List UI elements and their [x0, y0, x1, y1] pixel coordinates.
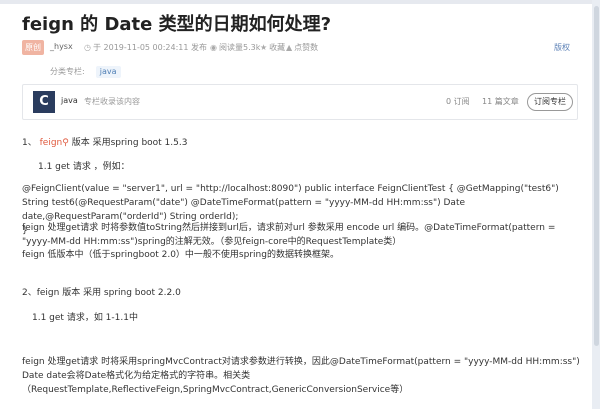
- copyright-link[interactable]: 版权: [554, 42, 570, 53]
- publish-time: ◷ 于 2019-11-05 00:24:11 发布: [84, 43, 208, 52]
- paragraph-1: 1、 feign⚲ 版本 采用spring boot 1.5.3: [22, 138, 188, 148]
- author-name[interactable]: _hysx: [50, 42, 73, 51]
- article-meta: 原创 _hysx ◷ 于 2019-11-05 00:24:11 发布 ◉ 阅读量5…: [22, 40, 582, 78]
- column-description: 专栏收录该内容: [84, 97, 140, 106]
- scrollbar[interactable]: [592, 0, 600, 409]
- search-icon[interactable]: ⚲: [62, 138, 69, 148]
- paragraph-3: feign 处理get请求 时将参数值toString然后拼接到url后，请求前…: [22, 223, 556, 247]
- column-card: C java 专栏收录该内容 0 订阅 11 篇文章 订阅专栏: [22, 84, 578, 120]
- column-article-count: 11 篇文章: [482, 97, 519, 106]
- eye-icon: ◉: [210, 43, 217, 52]
- category-tag-java[interactable]: java: [95, 66, 121, 78]
- paragraph-5: 2、feign 版本 采用 spring boot 2.2.0: [22, 288, 181, 298]
- favorite-button[interactable]: ★ 收藏: [260, 42, 285, 53]
- column-name[interactable]: java: [61, 96, 78, 105]
- paragraph-4: feign 低版本中（低于springboot 2.0）中一般不使用spring…: [22, 250, 339, 260]
- category-row: 分类专栏: java: [50, 59, 121, 78]
- scrollbar-thumb[interactable]: [594, 6, 599, 346]
- thumbs-up-icon: ▲: [286, 43, 293, 52]
- article-title: feign 的 Date 类型的日期如何处理?: [22, 14, 332, 35]
- column-subscriptions: 0 订阅: [446, 97, 470, 106]
- column-logo[interactable]: C: [33, 91, 55, 113]
- category-label: 分类专栏:: [50, 67, 85, 76]
- subscribe-column-button[interactable]: 订阅专栏: [527, 93, 573, 111]
- view-count: ◉ 阅读量5.3k: [210, 43, 261, 52]
- clock-icon: ◷: [84, 43, 91, 52]
- keyword-link-feign[interactable]: feign: [40, 138, 63, 148]
- original-badge: 原创: [22, 40, 44, 55]
- top-shade: [0, 0, 600, 4]
- paragraph-2: 1.1 get 请求 ，例如：: [38, 162, 130, 172]
- article-page: feign 的 Date 类型的日期如何处理? 原创 _hysx ◷ 于 2019…: [0, 0, 600, 409]
- like-button[interactable]: ▲ 点赞数: [286, 42, 318, 53]
- paragraph-7: feign 处理get请求 时将采用springMvcContract对请求参数…: [22, 357, 580, 395]
- paragraph-6: 1.1 get 请求，如 1-1.1中: [32, 313, 138, 323]
- star-icon: ★: [260, 43, 268, 52]
